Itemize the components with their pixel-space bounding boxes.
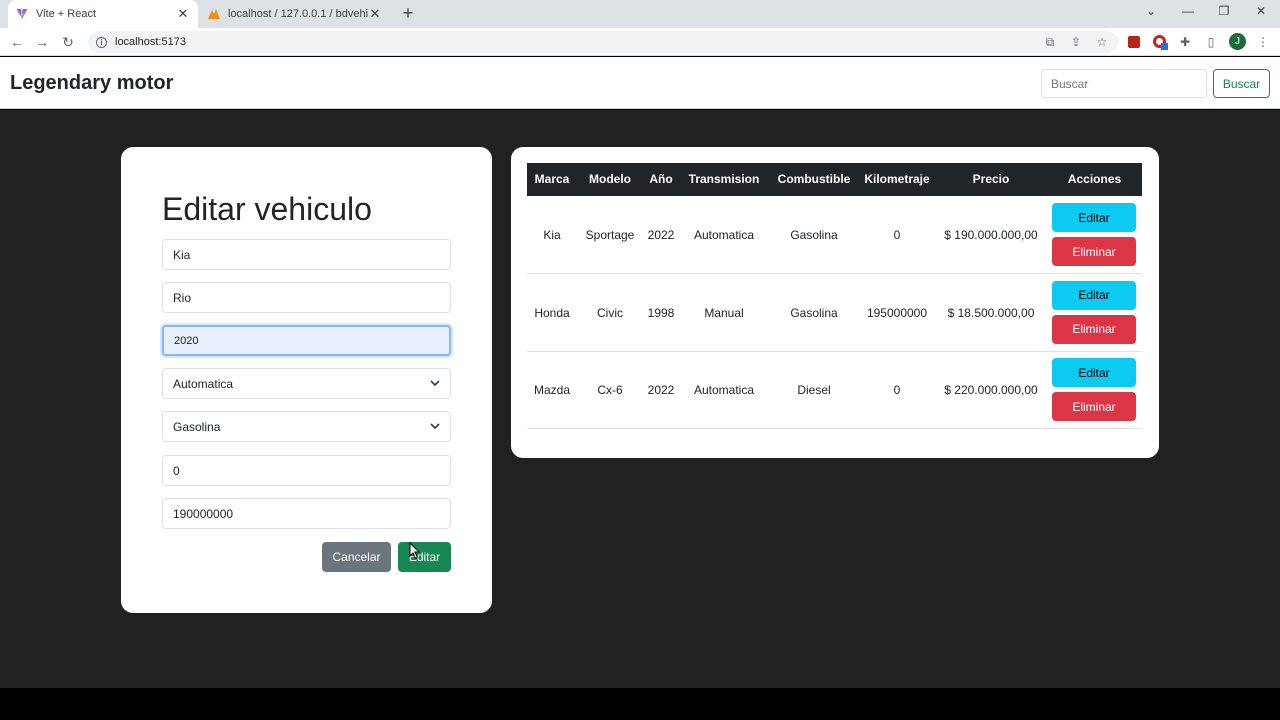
table-cell: Automatica — [693, 228, 755, 242]
mouse-cursor-icon — [409, 542, 421, 560]
close-tab-icon[interactable]: ✕ — [176, 6, 190, 22]
table-cell: Kia — [543, 228, 561, 242]
table-cell: Cx-6 — [597, 383, 623, 397]
column-header: Transmision — [688, 172, 760, 186]
table-cell: Diesel — [797, 383, 831, 397]
url-text: localhost:5173 — [115, 36, 186, 48]
marca-input[interactable]: Kia — [162, 239, 451, 270]
browser-tab-phpmyadmin[interactable]: localhost / 127.0.0.1 / bdvehiculos ✕ — [200, 0, 390, 28]
tab-title: localhost / 127.0.0.1 / bdvehiculos — [228, 8, 368, 20]
browser-tab-bar: Vite + React ✕ localhost / 127.0.0.1 / b… — [0, 0, 1280, 28]
restore-icon[interactable]: ❐ — [1214, 4, 1234, 18]
submit-edit-button[interactable]: Editar — [398, 542, 451, 572]
anio-value: 2020 — [174, 334, 199, 347]
table-cell: 0 — [893, 383, 901, 397]
back-icon[interactable]: ← — [8, 33, 26, 51]
extension-icon[interactable] — [1128, 36, 1140, 48]
form-title: Editar vehiculo — [162, 191, 372, 227]
table-row: Kia Sportage 2022 Automatica Gasolina 0 $ 190.… — [527, 196, 1142, 274]
table-cell: 0 — [893, 228, 901, 242]
column-header: Año — [649, 172, 673, 186]
bottom-bar — [0, 688, 1280, 720]
table-cell: 2022 — [647, 228, 675, 242]
delete-row-button[interactable]: Eliminar — [1052, 392, 1136, 421]
kilometraje-input[interactable]: 0 — [162, 455, 451, 486]
forward-icon[interactable]: → — [33, 33, 51, 51]
bookmark-star-icon[interactable]: ☆ — [1094, 34, 1110, 50]
table-cell: 195000000 — [866, 305, 928, 320]
edit-row-button[interactable]: Editar — [1052, 203, 1136, 232]
table-cell: Automatica — [693, 383, 755, 397]
phpmyadmin-logo-icon — [208, 9, 220, 19]
column-header: Combustible — [777, 172, 851, 186]
site-info-icon[interactable]: i — [96, 36, 107, 48]
marca-value: Kia — [173, 247, 191, 262]
address-bar[interactable]: i localhost:5173 — [88, 31, 1118, 53]
table-cell: 2022 — [647, 383, 675, 397]
combustible-value: Gasolina — [173, 419, 221, 434]
table-cell: $ 18.500.000,00 — [947, 305, 1035, 320]
column-header: Acciones — [1067, 172, 1122, 186]
cancel-button[interactable]: Cancelar — [322, 542, 391, 572]
translate-icon[interactable]: ⧉ — [1042, 34, 1058, 50]
precio-input[interactable]: 190000000 — [162, 498, 451, 529]
table-cell: Gasolina — [790, 228, 838, 242]
vite-logo-icon — [16, 8, 28, 19]
table-header: Marca Modelo Año Transmision Combustible Kilo… — [527, 163, 1142, 196]
share-icon[interactable]: ⇪ — [1068, 34, 1084, 50]
search-input[interactable] — [1041, 69, 1207, 98]
edit-vehicle-card: Editar vehiculo Kia Rio 2020 Automatica … — [121, 147, 492, 613]
transmision-value: Automatica — [173, 376, 234, 391]
edit-row-button[interactable]: Editar — [1052, 280, 1136, 310]
new-tab-icon[interactable]: + — [398, 4, 418, 24]
tab-title: Vite + React — [36, 8, 97, 20]
precio-value: 190000000 — [173, 506, 234, 521]
brand-title[interactable]: Legendary motor — [10, 72, 173, 95]
table-cell: $ 220.000.000,00 — [944, 383, 1038, 397]
menu-kebab-icon[interactable]: ⋮ — [1255, 34, 1271, 50]
chevron-down-icon — [430, 380, 440, 387]
profile-avatar[interactable]: J — [1229, 33, 1246, 50]
table-cell: Gasolina — [790, 305, 838, 320]
delete-row-button[interactable]: Eliminar — [1052, 314, 1136, 344]
minimize-icon[interactable]: — — [1178, 4, 1198, 18]
delete-row-button[interactable]: Eliminar — [1052, 237, 1136, 266]
transmision-select[interactable]: Automatica — [162, 368, 451, 399]
reload-icon[interactable]: ↻ — [59, 33, 77, 51]
column-header: Marca — [534, 172, 570, 186]
table-row: Honda Civic 1998 Manual Gasolina 195000000 $ 1… — [527, 274, 1142, 352]
table-cell: Manual — [704, 305, 744, 320]
main-content: Editar vehiculo Kia Rio 2020 Automatica … — [0, 110, 1280, 688]
table-cell: Honda — [534, 305, 570, 320]
extensions-puzzle-icon[interactable]: ✚ — [1177, 34, 1193, 50]
browser-toolbar: ← → ↻ i localhost:5173 ⧉ ⇪ ☆ ✚ ▯ J ⋮ — [0, 28, 1280, 56]
combustible-select[interactable]: Gasolina — [162, 411, 451, 442]
browser-tab-vite[interactable]: Vite + React ✕ — [8, 0, 198, 28]
edit-row-button[interactable]: Editar — [1052, 358, 1136, 387]
side-panel-icon[interactable]: ▯ — [1203, 34, 1219, 50]
anio-input[interactable]: 2020 — [162, 325, 451, 356]
table-cell: Mazda — [533, 383, 571, 397]
tab-search-icon[interactable]: ⌄ — [1141, 4, 1161, 18]
modelo-input[interactable]: Rio — [162, 282, 451, 313]
kilometraje-value: 0 — [173, 463, 180, 478]
table-row: Mazda Cx-6 2022 Automatica Diesel 0 $ 220.000.… — [527, 351, 1142, 429]
close-window-icon[interactable]: ✕ — [1251, 4, 1271, 18]
table-cell: Sportage — [585, 228, 635, 242]
modelo-value: Rio — [173, 290, 192, 305]
vehicles-table-card: Marca Modelo Año Transmision Combustible Kilo… — [511, 147, 1159, 458]
search-button[interactable]: Buscar — [1213, 69, 1270, 98]
table-cell: 1998 — [647, 305, 675, 320]
column-header: Precio — [972, 172, 1010, 186]
column-header: Kilometraje — [864, 172, 930, 186]
chevron-down-icon — [430, 423, 440, 430]
app-navbar: Legendary motor Buscar — [0, 57, 1280, 109]
table-cell: $ 190.000.000,00 — [944, 228, 1038, 242]
column-header: Modelo — [589, 172, 631, 186]
table-cell: Civic — [597, 305, 623, 320]
close-tab-icon[interactable]: ✕ — [368, 6, 382, 22]
extension-c-icon[interactable] — [1153, 35, 1168, 50]
